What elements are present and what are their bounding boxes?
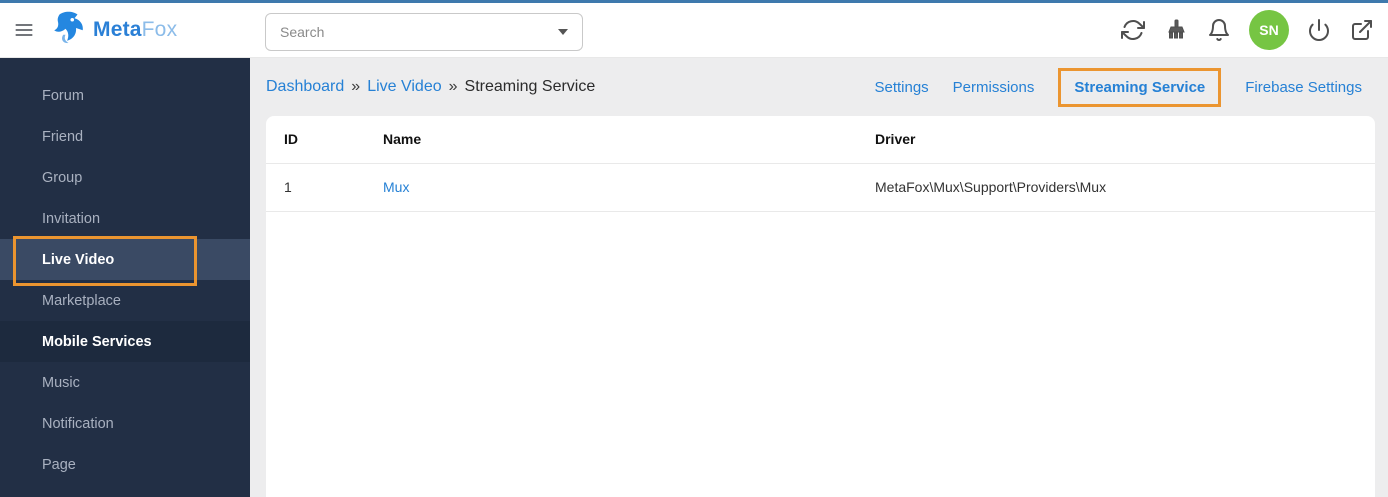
- breadcrumb-separator: »: [448, 78, 458, 95]
- search-input[interactable]: [280, 24, 558, 40]
- breadcrumb-dashboard-link[interactable]: Dashboard: [266, 78, 344, 96]
- table-row: 1 Mux MetaFox\Mux\Support\Providers\Mux: [266, 163, 1375, 212]
- cell-id: 1: [266, 163, 383, 212]
- sidebar-item-forum[interactable]: Forum: [0, 75, 250, 116]
- refresh-icon[interactable]: [1120, 17, 1146, 43]
- sidebar-item-mobile-services[interactable]: Mobile Services: [0, 321, 250, 362]
- sidebar-item-group[interactable]: Group: [0, 157, 250, 198]
- global-search-combobox[interactable]: [265, 13, 583, 51]
- breadcrumb-live-video-link[interactable]: Live Video: [367, 78, 441, 96]
- logo-text: MetaFox: [93, 18, 177, 42]
- sidebar-item-invitation[interactable]: Invitation: [0, 198, 250, 239]
- bell-icon[interactable]: [1206, 17, 1232, 43]
- streaming-service-table: ID Name Driver 1 Mux MetaFox\Mux\Support…: [266, 116, 1375, 212]
- content-header: Dashboard » Live Video » Streaming Servi…: [250, 58, 1388, 116]
- streaming-service-card: ID Name Driver 1 Mux MetaFox\Mux\Support…: [266, 116, 1375, 497]
- table-header-row: ID Name Driver: [266, 116, 1375, 164]
- mux-link[interactable]: Mux: [383, 179, 409, 195]
- breadcrumb: Dashboard » Live Video » Streaming Servi…: [266, 78, 595, 96]
- sidebar-item-page[interactable]: Page: [0, 444, 250, 485]
- metafox-logo[interactable]: MetaFox: [52, 10, 177, 51]
- fox-logo-icon: [52, 10, 88, 51]
- tab-firebase-settings[interactable]: Firebase Settings: [1245, 79, 1362, 96]
- external-link-icon[interactable]: [1349, 17, 1375, 43]
- broom-icon[interactable]: [1163, 17, 1189, 43]
- tab-settings[interactable]: Settings: [874, 79, 928, 96]
- brand-secondary: Fox: [141, 18, 178, 41]
- caret-down-icon[interactable]: [558, 29, 568, 35]
- sidebar-item-music[interactable]: Music: [0, 362, 250, 403]
- admin-sidebar: Forum Friend Group Invitation Live Video…: [0, 58, 250, 497]
- sidebar-item-notification[interactable]: Notification: [0, 403, 250, 444]
- app-body: Forum Friend Group Invitation Live Video…: [0, 58, 1388, 497]
- breadcrumb-current-page: Streaming Service: [464, 78, 596, 95]
- section-tabs: Settings Permissions Streaming Service F…: [874, 67, 1362, 107]
- user-avatar[interactable]: SN: [1249, 10, 1289, 50]
- main-content: Dashboard » Live Video » Streaming Servi…: [250, 58, 1388, 497]
- power-icon[interactable]: [1306, 17, 1332, 43]
- sidebar-item-live-video[interactable]: Live Video: [0, 239, 250, 280]
- tab-permissions[interactable]: Permissions: [953, 79, 1035, 96]
- brand-primary: Meta: [93, 18, 142, 41]
- topbar-action-icons: SN: [1120, 10, 1375, 50]
- cell-driver: MetaFox\Mux\Support\Providers\Mux: [875, 163, 1375, 212]
- top-navigation-bar: MetaFox SN: [0, 3, 1388, 58]
- hamburger-menu-icon[interactable]: [9, 15, 39, 45]
- sidebar-item-marketplace[interactable]: Marketplace: [0, 280, 250, 321]
- column-header-driver: Driver: [875, 116, 1375, 164]
- column-header-id: ID: [266, 116, 383, 164]
- sidebar-item-friend[interactable]: Friend: [0, 116, 250, 157]
- cell-name: Mux: [383, 163, 875, 212]
- breadcrumb-separator: »: [351, 78, 361, 95]
- tab-streaming-service[interactable]: Streaming Service: [1058, 67, 1222, 107]
- column-header-name: Name: [383, 116, 875, 164]
